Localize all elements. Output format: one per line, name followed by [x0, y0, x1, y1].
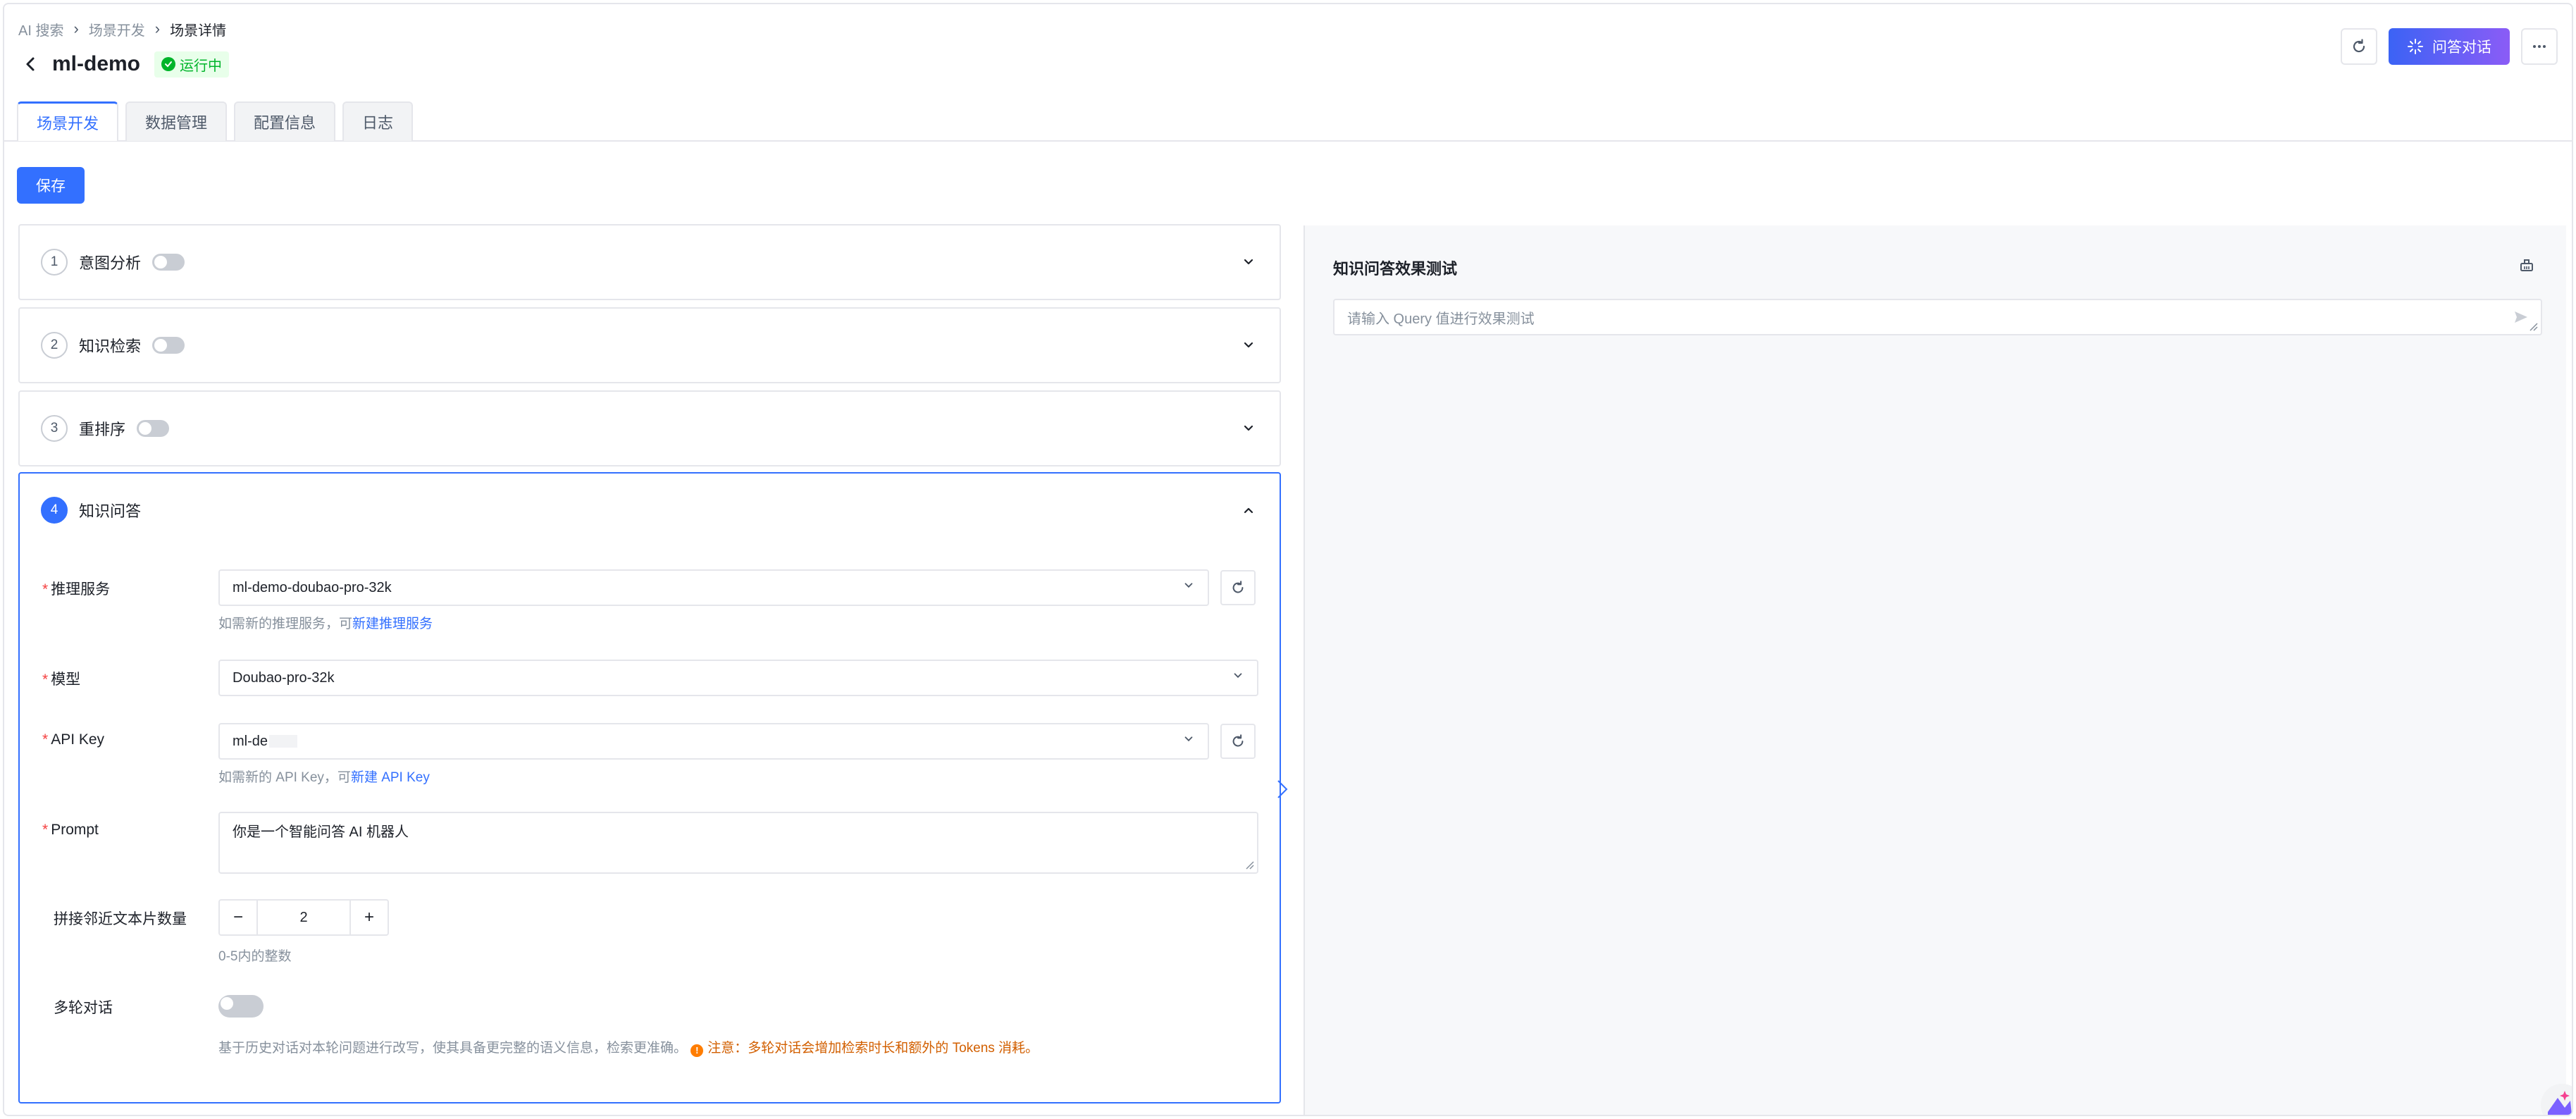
api-key-value: ml-de: [233, 733, 268, 749]
adjacent-chunks-hint: 0-5内的整数: [218, 949, 292, 964]
more-button[interactable]: [2521, 28, 2558, 65]
adjacent-chunks-stepper: − 2 +: [218, 899, 389, 936]
chevron-right-icon: ›: [154, 20, 161, 37]
send-icon[interactable]: [2513, 309, 2529, 326]
refresh-api-key-button[interactable]: [1220, 724, 1256, 759]
step-header[interactable]: 2 知识检索: [20, 309, 1280, 382]
breadcrumb: AI 搜索 › 场景开发 › 场景详情: [18, 18, 226, 39]
prompt-textarea[interactable]: 你是一个智能问答 AI 机器人: [218, 812, 1258, 874]
multi-turn-label: 多轮对话: [54, 1000, 113, 1016]
api-key-select[interactable]: ml-de: [218, 723, 1209, 760]
panel-collapse-icon[interactable]: [1277, 779, 1288, 799]
refresh-icon: [1232, 581, 1244, 593]
step-title: 重排序: [79, 421, 126, 438]
save-button[interactable]: 保存: [17, 167, 85, 204]
step-toggle[interactable]: [152, 254, 185, 271]
refresh-icon: [2353, 39, 2365, 53]
adjacent-chunks-label: 拼接邻近文本片数量: [54, 911, 187, 927]
step-rerank: 3 重排序: [18, 390, 1281, 466]
qa-chat-button[interactable]: 问答对话: [2389, 28, 2510, 65]
chevron-right-icon: ›: [73, 20, 79, 37]
inference-service-label: * 推理服务: [42, 581, 111, 598]
step-knowledge-qa: 4 知识问答 * 推理服务 ml-demo-doubao-pro-32k 如需新的…: [18, 472, 1281, 1103]
step-title: 知识检索: [79, 338, 142, 355]
qa-test-panel: 知识问答效果测试 请输入 Query 值进行效果测试: [1304, 225, 2566, 1115]
status-badge: 运行中: [154, 51, 230, 78]
increment-button[interactable]: +: [351, 901, 388, 934]
query-placeholder: 请输入 Query 值进行效果测试: [1347, 311, 1535, 327]
sparkle-icon: [2408, 39, 2423, 54]
chevron-down-icon[interactable]: [1239, 419, 1258, 438]
step-header[interactable]: 3 重排序: [20, 392, 1280, 465]
step-number: 3: [41, 415, 68, 442]
qa-test-title: 知识问答效果测试: [1333, 260, 1458, 278]
decrement-button[interactable]: −: [220, 901, 256, 934]
resize-handle-icon[interactable]: [2528, 321, 2538, 331]
header-actions: 问答对话: [2341, 28, 2558, 65]
back-arrow-icon[interactable]: [21, 54, 41, 74]
refresh-icon: [1232, 734, 1244, 747]
chevron-down-icon: [1182, 579, 1195, 596]
api-key-label: * API Key: [42, 731, 105, 748]
breadcrumb-item-scene-dev[interactable]: 场景开发: [89, 19, 145, 39]
multi-turn-hint: 基于历史对话对本轮问题进行改写，使其具备更完整的语义信息，检索更准确。 ! 注意：…: [218, 1041, 1039, 1057]
more-icon: [2533, 45, 2546, 48]
warning-icon: !: [691, 1044, 704, 1057]
qa-chat-label: 问答对话: [2432, 39, 2491, 56]
assistant-logo-icon[interactable]: [2534, 1077, 2572, 1115]
model-select[interactable]: Doubao-pro-32k: [218, 660, 1258, 696]
step-title: 知识问答: [79, 502, 142, 520]
page-title: ml-demo: [52, 52, 141, 75]
tab-logs[interactable]: 日志: [342, 101, 414, 141]
status-text: 运行中: [180, 58, 223, 74]
api-key-masked: [269, 735, 298, 748]
inference-service-value: ml-demo-doubao-pro-32k: [233, 579, 392, 595]
step-toggle[interactable]: [137, 420, 170, 437]
clear-history-icon[interactable]: [2515, 254, 2538, 276]
step-toggle[interactable]: [152, 337, 185, 354]
adjacent-chunks-value[interactable]: 2: [256, 901, 351, 934]
tab-scene-dev[interactable]: 场景开发: [17, 101, 119, 141]
model-value: Doubao-pro-32k: [233, 669, 335, 686]
step-number: 4: [41, 497, 68, 524]
step-intent-analysis: 1 意图分析: [18, 224, 1281, 300]
refresh-button[interactable]: [2341, 28, 2377, 65]
step-number: 1: [41, 249, 68, 276]
prompt-label: * Prompt: [42, 822, 99, 838]
step-knowledge-retrieval: 2 知识检索: [18, 307, 1281, 383]
title-row: ml-demo 运行中: [21, 47, 230, 82]
model-label: * 模型: [42, 672, 81, 688]
chevron-down-icon[interactable]: [1239, 335, 1258, 355]
tab-data-management[interactable]: 数据管理: [125, 101, 228, 141]
multi-turn-toggle[interactable]: [218, 995, 264, 1018]
step-title: 意图分析: [79, 254, 142, 272]
api-key-hint: 如需新的 API Key，可新建 API Key: [218, 770, 430, 785]
new-api-key-link[interactable]: 新建 API Key: [351, 770, 430, 785]
breadcrumb-item-ai-search[interactable]: AI 搜索: [18, 19, 63, 39]
inference-service-hint: 如需新的推理服务，可新建推理服务: [218, 617, 433, 631]
new-inference-service-link[interactable]: 新建推理服务: [352, 617, 433, 631]
tab-bar: 场景开发 数据管理 配置信息 日志: [17, 101, 414, 141]
chevron-down-icon: [1182, 733, 1195, 750]
query-input[interactable]: 请输入 Query 值进行效果测试: [1333, 299, 2542, 335]
chevron-down-icon: [1232, 669, 1244, 686]
chevron-up-icon[interactable]: [1239, 500, 1258, 520]
chevron-down-icon[interactable]: [1239, 252, 1258, 272]
tab-config-info[interactable]: 配置信息: [234, 101, 336, 141]
breadcrumb-item-current: 场景详情: [170, 23, 227, 39]
step-number: 2: [41, 332, 68, 359]
multi-turn-warning: ! 注意：多轮对话会增加检索时长和额外的 Tokens 消耗。: [691, 1041, 1039, 1057]
step-header[interactable]: 1 意图分析: [20, 225, 1280, 299]
prompt-value: 你是一个智能问答 AI 机器人: [233, 824, 409, 840]
app-frame: AI 搜索 › 场景开发 › 场景详情 ml-demo 运行中 问答对话 场景开…: [3, 3, 2573, 1116]
step-header[interactable]: 4 知识问答: [20, 474, 1280, 547]
inference-service-select[interactable]: ml-demo-doubao-pro-32k: [218, 569, 1209, 606]
check-circle-icon: [161, 57, 176, 71]
resize-handle-icon[interactable]: [1244, 860, 1254, 870]
refresh-inference-button[interactable]: [1220, 570, 1256, 605]
